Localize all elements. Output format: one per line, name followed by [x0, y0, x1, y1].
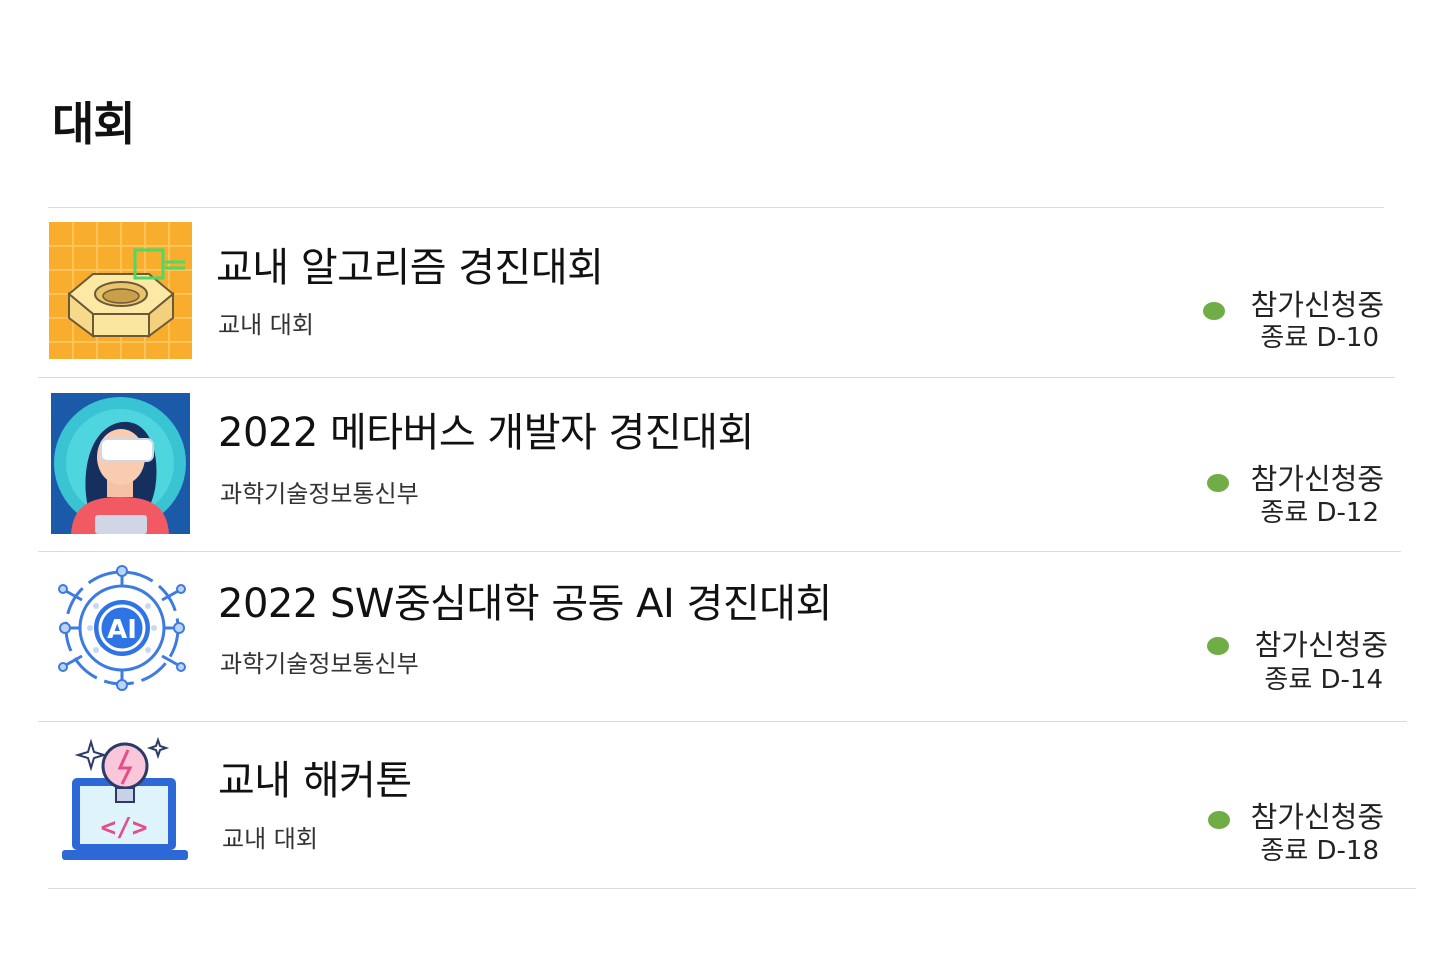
vr-headset-person-icon: [51, 393, 190, 534]
contest-title: 교내 해커톤: [218, 758, 412, 804]
deadline-label: 종료 D-12: [1260, 498, 1379, 528]
laptop-code-lightbulb-icon: </>: [58, 732, 190, 864]
contest-title: 교내 알고리즘 경진대회: [216, 245, 604, 291]
status-label: 참가신청중: [1250, 800, 1384, 834]
status-label: 참가신청중: [1250, 288, 1384, 322]
contest-organizer: 교내 대회: [222, 825, 318, 853]
svg-text:</>: </>: [101, 813, 148, 843]
deadline-label: 종료 D-18: [1260, 836, 1379, 866]
svg-text:AI: AI: [107, 615, 137, 645]
contest-organizer: 과학기술정보통신부: [220, 650, 419, 678]
hex-nut-icon: [49, 222, 192, 359]
contest-title: 2022 메타버스 개발자 경진대회: [218, 410, 754, 456]
deadline-label: 종료 D-14: [1264, 665, 1383, 695]
status-label: 참가신청중: [1254, 628, 1388, 662]
contest-organizer: 교내 대회: [218, 311, 314, 339]
contest-organizer: 과학기술정보통신부: [220, 480, 419, 508]
page-title: 대회: [52, 97, 136, 151]
contest-item-sw-ai[interactable]: AI 2022 SW중심대학 공동 AI 경진대회 과학기술정보통신부 참가신청…: [0, 552, 1445, 720]
contest-item-hackathon[interactable]: </> 교내 해커톤 교내 대회 참가신청중 종료 D-18: [0, 722, 1445, 888]
status-label: 참가신청중: [1250, 462, 1384, 496]
contest-item-algorithm[interactable]: 교내 알고리즘 경진대회 교내 대회 참가신청중 종료 D-10: [0, 208, 1445, 376]
contest-title: 2022 SW중심대학 공동 AI 경진대회: [218, 581, 832, 627]
list-divider: [48, 888, 1416, 889]
deadline-label: 종료 D-10: [1260, 323, 1379, 353]
contest-item-metaverse[interactable]: 2022 메타버스 개발자 경진대회 과학기술정보통신부 참가신청중 종료 D-…: [0, 378, 1445, 550]
ai-circuit-icon: AI: [56, 564, 188, 696]
